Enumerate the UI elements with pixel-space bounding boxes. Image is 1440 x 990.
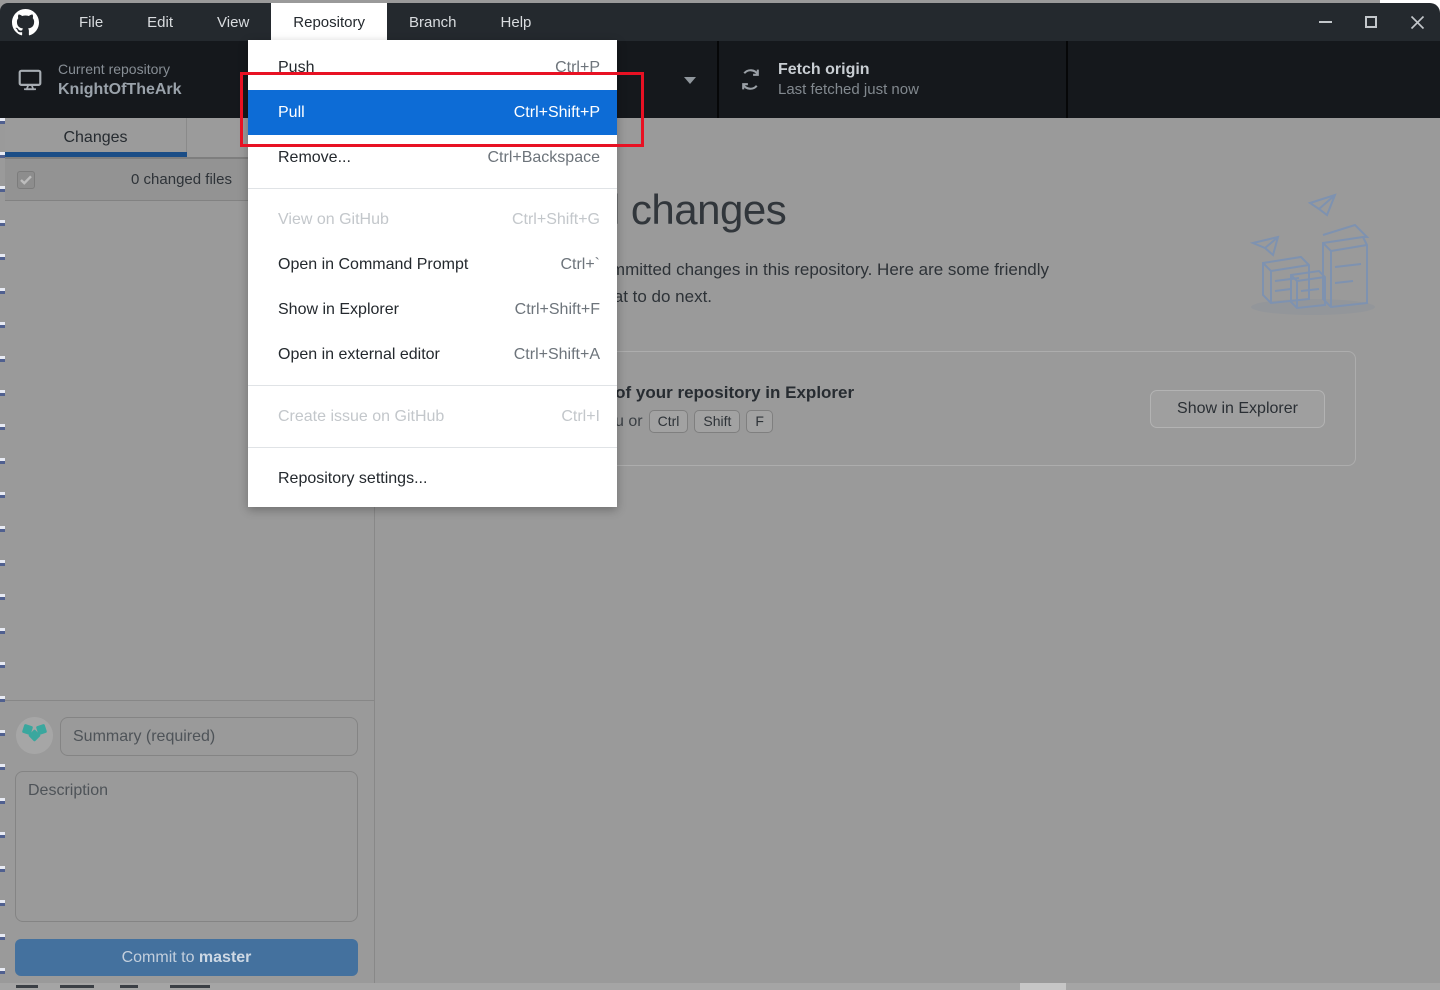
- maximize-button[interactable]: [1348, 3, 1394, 41]
- last-fetched-label: Last fetched just now: [778, 80, 919, 100]
- menu-item-label: Create issue on GitHub: [278, 408, 444, 426]
- show-in-explorer-button[interactable]: Show in Explorer: [1150, 390, 1325, 428]
- menu-item-shortcut: Ctrl+Shift+G: [512, 211, 600, 229]
- titlebar: File Edit View Repository Branch Help: [0, 3, 1440, 41]
- edge-fragment: [16, 985, 38, 988]
- menu-item-push[interactable]: Push Ctrl+P: [248, 45, 617, 90]
- menu-item-label: Repository settings...: [278, 470, 427, 488]
- maximize-icon: [1365, 16, 1377, 28]
- menu-edit[interactable]: Edit: [125, 3, 195, 41]
- commit-button[interactable]: Commit to master: [15, 939, 358, 976]
- menu-item-shortcut: Ctrl+I: [561, 408, 600, 426]
- current-repository-selector[interactable]: Current repository KnightOfTheArk: [0, 41, 182, 118]
- menu-item-view-on-github: View on GitHub Ctrl+Shift+G: [248, 197, 617, 242]
- sync-icon: [738, 67, 763, 92]
- menu-item-label: Push: [278, 59, 314, 77]
- toolbar: Current repository KnightOfTheArk Fetch …: [0, 41, 1440, 118]
- fetch-origin-button[interactable]: Fetch origin Last fetched just now: [718, 41, 919, 118]
- avatar: [16, 717, 53, 754]
- menu-view[interactable]: View: [195, 3, 271, 41]
- window-controls: [1302, 3, 1440, 41]
- menu-item-repository-settings[interactable]: Repository settings...: [248, 456, 617, 501]
- kbd-f: F: [746, 410, 773, 433]
- current-repository-eyebrow: Current repository: [58, 60, 182, 79]
- menu-item-label: Pull: [278, 104, 305, 122]
- menu-item-label: View on GitHub: [278, 211, 389, 229]
- menu-item-shortcut: Ctrl+P: [555, 59, 600, 77]
- edge-fragment: [60, 985, 94, 988]
- menu-item-label: Open in Command Prompt: [278, 256, 468, 274]
- menu-item-shortcut: Ctrl+`: [560, 256, 600, 274]
- description-input[interactable]: [15, 771, 358, 922]
- kbd-ctrl: Ctrl: [649, 410, 689, 433]
- menu-help[interactable]: Help: [479, 3, 554, 41]
- edge-fragment: [170, 985, 210, 988]
- commit-button-prefix: Commit to: [122, 949, 199, 966]
- check-icon: [20, 175, 32, 185]
- menu-item-shortcut: Ctrl+Shift+A: [514, 346, 600, 364]
- menu-separator: [248, 188, 617, 189]
- minimize-icon: [1319, 21, 1332, 23]
- menu-item-open-in-external-editor[interactable]: Open in external editor Ctrl+Shift+A: [248, 332, 617, 377]
- kbd-shift: Shift: [694, 410, 740, 433]
- paper-stack-illustration: [1235, 185, 1385, 320]
- github-logo-icon: [12, 9, 39, 36]
- minimize-button[interactable]: [1302, 3, 1348, 41]
- edge-fragment: [120, 985, 138, 988]
- select-all-checkbox[interactable]: [17, 171, 35, 189]
- menu-item-remove[interactable]: Remove... Ctrl+Backspace: [248, 135, 617, 180]
- edge-fragment: [1020, 983, 1066, 990]
- menu-item-pull[interactable]: Pull Ctrl+Shift+P: [248, 90, 617, 135]
- menu-separator: [248, 385, 617, 386]
- menu-item-create-issue: Create issue on GitHub Ctrl+I: [248, 394, 617, 439]
- menu-repository[interactable]: Repository: [271, 3, 387, 41]
- repository-dropdown-menu: Push Ctrl+P Pull Ctrl+Shift+P Remove... …: [248, 40, 617, 507]
- menubar: File Edit View Repository Branch Help: [57, 3, 553, 41]
- menu-item-shortcut: Ctrl+Backspace: [488, 149, 601, 167]
- close-icon: [1410, 15, 1425, 30]
- menu-item-label: Show in Explorer: [278, 301, 399, 319]
- menu-item-show-in-explorer[interactable]: Show in Explorer Ctrl+Shift+F: [248, 287, 617, 332]
- menu-item-label: Remove...: [278, 149, 351, 167]
- avatar-identicon: [16, 717, 53, 754]
- monitor-icon: [17, 67, 43, 93]
- commit-form: Commit to master: [5, 700, 374, 983]
- menu-separator: [248, 447, 617, 448]
- current-repository-name: KnightOfTheArk: [58, 79, 182, 100]
- toolbar-divider: [1066, 41, 1068, 118]
- menu-file[interactable]: File: [57, 3, 125, 41]
- menu-item-open-in-command-prompt[interactable]: Open in Command Prompt Ctrl+`: [248, 242, 617, 287]
- menu-item-shortcut: Ctrl+Shift+P: [514, 104, 600, 122]
- menu-branch[interactable]: Branch: [387, 3, 479, 41]
- summary-input[interactable]: [60, 717, 358, 756]
- commit-button-branch: master: [199, 949, 251, 966]
- menu-item-label: Open in external editor: [278, 346, 440, 364]
- fetch-origin-label: Fetch origin: [778, 59, 919, 80]
- background-window-bottom-edge: [0, 983, 1440, 990]
- menu-item-shortcut: Ctrl+Shift+F: [515, 301, 600, 319]
- chevron-down-icon[interactable]: [684, 77, 696, 84]
- close-button[interactable]: [1394, 3, 1440, 41]
- active-tab-underline: [5, 152, 187, 157]
